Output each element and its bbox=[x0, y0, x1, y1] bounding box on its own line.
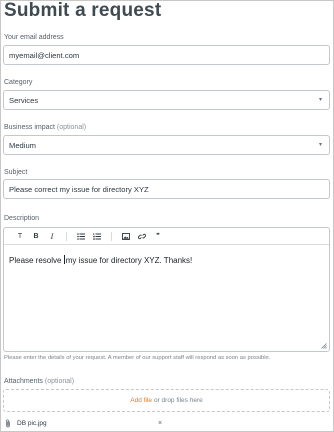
add-file-link[interactable]: Add file bbox=[130, 397, 152, 404]
description-hint: Please enter the details of your request… bbox=[4, 355, 271, 361]
email-value: myemail@client.com bbox=[9, 50, 80, 60]
quote-icon: ❞ bbox=[156, 233, 160, 240]
page-title: Submit a request bbox=[4, 0, 162, 21]
impact-select[interactable]: Medium ▾ bbox=[3, 135, 330, 155]
description-text: Please resolve my issue for directory XY… bbox=[9, 255, 192, 265]
impact-label: Business impact (optional) bbox=[4, 124, 86, 131]
category-label: Category bbox=[4, 79, 33, 86]
subject-label: Subject bbox=[4, 169, 28, 176]
email-label: Your email address bbox=[4, 34, 64, 41]
category-value: Services bbox=[9, 95, 39, 105]
drop-files-text: or drop files here bbox=[153, 397, 203, 404]
toolbar-divider bbox=[66, 231, 67, 241]
category-select[interactable]: Services ▾ bbox=[3, 90, 330, 110]
image-icon bbox=[122, 232, 130, 240]
paperclip-icon bbox=[6, 419, 10, 428]
chevron-down-icon: ▾ bbox=[318, 97, 322, 103]
description-editor[interactable]: T B I ❞ Please resolve my issue for dire… bbox=[3, 227, 330, 352]
attachments-optional: (optional) bbox=[44, 378, 75, 385]
attachment-item: DB pic.jpg × bbox=[3, 417, 178, 430]
resize-handle-icon[interactable] bbox=[321, 343, 327, 349]
numbered-list-button[interactable] bbox=[89, 232, 105, 240]
italic-button[interactable]: I bbox=[44, 232, 60, 241]
quote-button[interactable]: ❞ bbox=[150, 232, 166, 240]
attachments-label-text: Attachments bbox=[4, 378, 43, 385]
image-button[interactable] bbox=[118, 232, 134, 240]
toolbar-divider bbox=[111, 231, 112, 241]
link-icon bbox=[138, 233, 146, 239]
description-text-start: Please resolve bbox=[9, 256, 64, 265]
numbered-list-icon bbox=[93, 232, 101, 240]
bulleted-list-button[interactable] bbox=[73, 232, 89, 240]
email-field[interactable]: myemail@client.com bbox=[3, 45, 330, 65]
attachment-filename: DB pic.jpg bbox=[17, 420, 47, 427]
bold-button[interactable]: B bbox=[28, 233, 44, 240]
bulleted-list-icon bbox=[77, 232, 85, 240]
request-form: Submit a request Your email address myem… bbox=[0, 0, 334, 432]
subject-field[interactable]: Please correct my issue for directory XY… bbox=[3, 179, 330, 199]
attachment-dropzone[interactable]: Add file or drop files here bbox=[3, 389, 330, 412]
attachments-label: Attachments (optional) bbox=[4, 378, 74, 385]
description-label: Description bbox=[4, 215, 40, 222]
subject-value: Please correct my issue for directory XY… bbox=[9, 184, 149, 194]
description-text-end: my issue for directory XYZ. Thanks! bbox=[65, 256, 193, 265]
editor-toolbar: T B I ❞ bbox=[4, 228, 329, 245]
text-style-button[interactable]: T bbox=[12, 233, 28, 240]
link-button[interactable] bbox=[134, 233, 150, 240]
impact-optional: (optional) bbox=[56, 124, 87, 131]
impact-value: Medium bbox=[9, 140, 37, 150]
impact-label-text: Business impact bbox=[4, 124, 55, 131]
remove-attachment-button[interactable]: × bbox=[158, 420, 162, 427]
chevron-down-icon: ▾ bbox=[318, 142, 322, 148]
